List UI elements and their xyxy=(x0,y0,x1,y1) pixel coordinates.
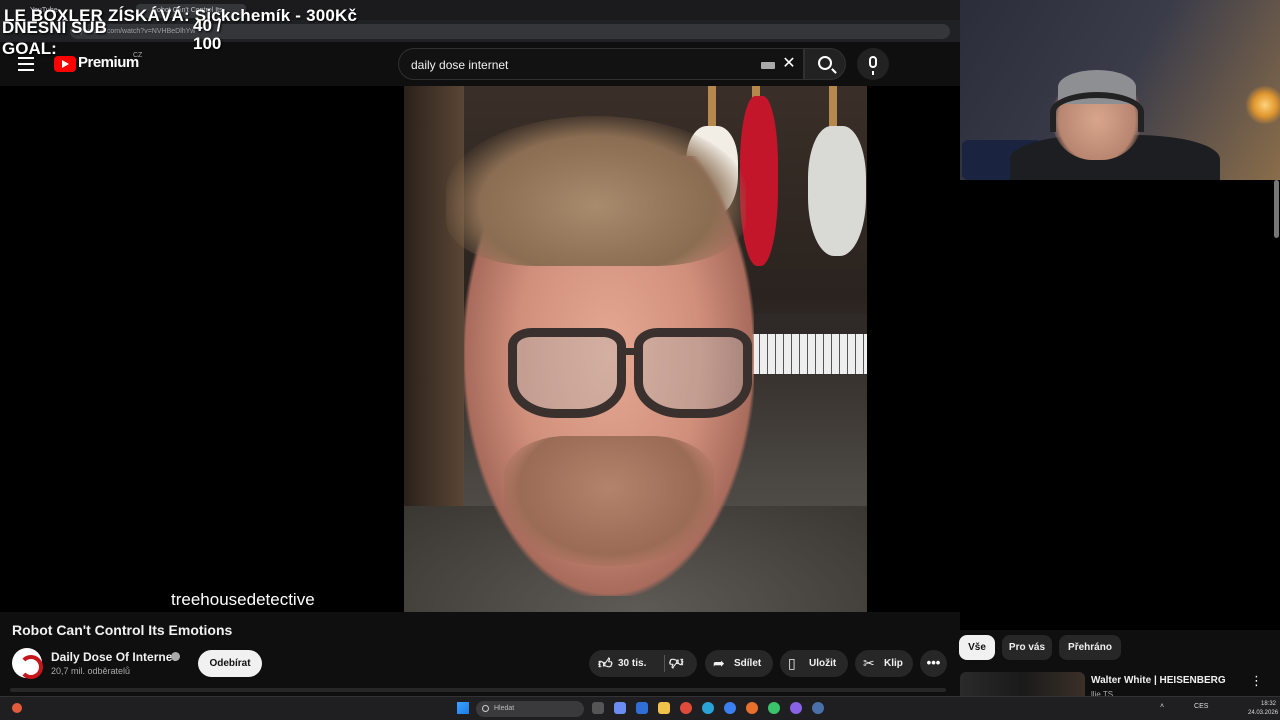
country-code: CZ xyxy=(133,52,143,59)
search-icon xyxy=(482,705,489,712)
subscribe-button[interactable]: Odebírat xyxy=(198,650,262,677)
close-icon[interactable]: ✕ xyxy=(781,56,797,72)
more-actions-button[interactable]: ••• xyxy=(920,650,947,677)
streamer-webcam xyxy=(960,0,1280,180)
thumbs-up-icon[interactable]: 👍︎ xyxy=(598,656,613,670)
save-label: Uložit xyxy=(809,658,837,669)
windows-taskbar: Hledat ˄ CES 18:32 24.03.2026 xyxy=(0,696,1280,720)
guitar-neck xyxy=(829,86,837,131)
verified-badge-icon xyxy=(171,652,180,661)
search-input-value: daily dose internet xyxy=(411,58,509,72)
clock-date: 24.03.2026 xyxy=(1248,710,1279,716)
subscriber-count: 20,7 mil. odběratelů xyxy=(51,666,131,676)
video-frame xyxy=(404,86,867,612)
system-tray[interactable]: ˄ CES xyxy=(1160,703,1208,710)
lamp-light xyxy=(1245,85,1280,125)
scrollbar[interactable] xyxy=(1274,180,1279,238)
keyboard-icon[interactable] xyxy=(761,62,775,69)
kebab-menu-icon[interactable]: ⋮ xyxy=(1250,673,1263,689)
app-icon[interactable] xyxy=(790,702,802,714)
sidebar-empty-area xyxy=(960,180,1280,630)
taskbar-search-placeholder: Hledat xyxy=(494,705,515,712)
tray-language[interactable]: CES xyxy=(1194,703,1208,710)
headset-icon xyxy=(1050,92,1144,132)
file-explorer-icon[interactable] xyxy=(658,702,670,714)
description-box-edge xyxy=(10,688,946,692)
edge-icon[interactable] xyxy=(702,702,714,714)
app-icon[interactable] xyxy=(724,702,736,714)
sub-goal-value: 40 / 100 xyxy=(193,16,222,53)
task-view-icon[interactable] xyxy=(592,702,604,714)
keyboard-synth-keys xyxy=(744,334,867,374)
like-dislike-group: 👍︎ 30 tis. 👍︎ xyxy=(589,650,697,677)
share-button[interactable]: ➦ Sdílet xyxy=(705,650,773,677)
save-button[interactable]: ▯ Uložit xyxy=(780,650,848,677)
voice-search-button[interactable] xyxy=(857,48,889,80)
thumbs-down-icon[interactable]: 👍︎ xyxy=(669,655,684,671)
person-beard xyxy=(504,436,714,566)
search-input[interactable]: daily dose internet ✕ xyxy=(398,48,804,80)
chrome-icon[interactable] xyxy=(680,702,692,714)
channel-name[interactable]: Daily Dose Of Internet xyxy=(51,650,176,664)
search-button[interactable] xyxy=(804,48,846,80)
glasses-lens-left xyxy=(508,328,626,418)
video-title: Robot Can't Control Its Emotions xyxy=(12,622,233,638)
app-icon[interactable] xyxy=(636,702,648,714)
clip-label: Klip xyxy=(884,658,903,669)
tray-chevron-icon[interactable]: ˄ xyxy=(1160,703,1164,710)
chip-for-you[interactable]: Pro vás xyxy=(1002,635,1052,660)
sub-goal-label: DNESNÍ SUB GOAL: xyxy=(2,18,107,58)
taskbar-search-input[interactable]: Hledat xyxy=(476,701,584,717)
scissors-icon: ✂ xyxy=(863,655,875,671)
channel-avatar[interactable] xyxy=(12,648,43,679)
clock-time: 18:32 xyxy=(1260,701,1276,707)
microphone-icon xyxy=(869,56,877,75)
app-icon[interactable] xyxy=(746,702,758,714)
windows-start-icon[interactable] xyxy=(457,702,469,714)
divider xyxy=(664,655,665,672)
glasses-bridge xyxy=(620,348,640,355)
chip-all[interactable]: Vše xyxy=(959,635,995,660)
glasses-lens-right xyxy=(634,328,752,418)
like-count[interactable]: 30 tis. xyxy=(618,650,646,677)
guitar-silver xyxy=(808,126,866,256)
app-icon[interactable] xyxy=(768,702,780,714)
taskbar-clock[interactable]: 18:32 24.03.2026 xyxy=(1248,700,1279,718)
share-arrow-icon: ➦ xyxy=(713,655,725,671)
video-player[interactable]: treehousedetective xyxy=(0,86,960,612)
clip-button[interactable]: ✂ Klip xyxy=(855,650,913,677)
steam-icon[interactable] xyxy=(812,702,824,714)
menu-icon[interactable] xyxy=(18,57,34,71)
notification-icon[interactable] xyxy=(12,703,22,713)
search-icon xyxy=(818,56,832,70)
chip-watched[interactable]: Přehráno xyxy=(1059,635,1121,660)
share-label: Sdílet xyxy=(734,658,762,669)
recommendation-thumbnail[interactable] xyxy=(960,672,1085,696)
widgets-icon[interactable] xyxy=(614,702,626,714)
youtube-header: Premium CZ daily dose internet ✕ xyxy=(0,42,960,86)
bookmark-icon: ▯ xyxy=(788,655,796,671)
recommendation-title[interactable]: Walter White | HEISENBERG xyxy=(1091,675,1226,686)
person-hair xyxy=(446,116,746,266)
video-watermark: treehousedetective xyxy=(171,590,315,609)
